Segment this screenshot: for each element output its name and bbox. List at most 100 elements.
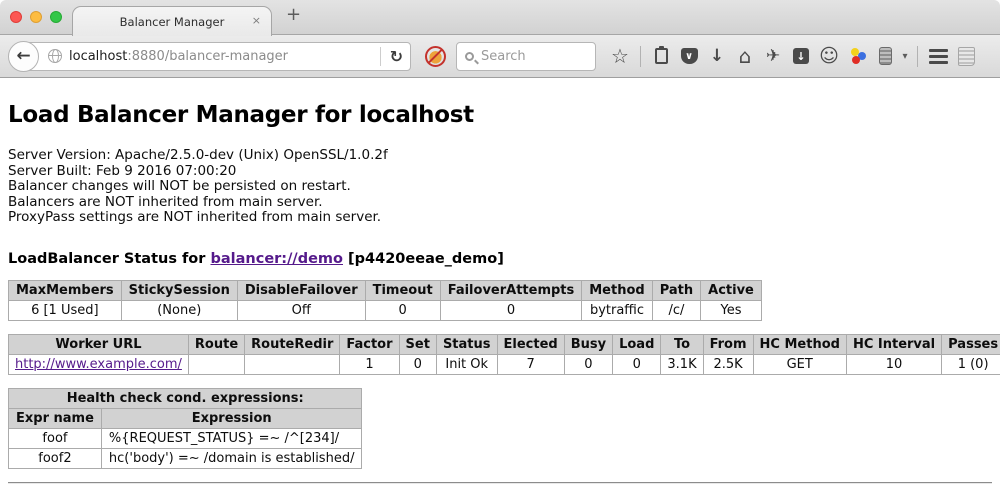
pocket-button[interactable]: ∨ — [675, 42, 703, 70]
loadbalancer-status-heading: LoadBalancer Status for balancer://demo … — [8, 251, 992, 267]
minimize-window-button[interactable] — [30, 11, 42, 23]
battery-icon — [879, 47, 892, 65]
reload-button[interactable]: ↻ — [390, 47, 403, 66]
column-header: Expr name — [9, 408, 102, 428]
home-icon: ⌂ — [739, 44, 752, 68]
factor-cell: 1 — [340, 354, 399, 374]
download-arrow-icon: ↓ — [710, 46, 724, 66]
column-header: Timeout — [365, 280, 440, 300]
column-header: Worker URL — [9, 334, 189, 354]
downloads-button[interactable]: ↓ — [703, 42, 731, 70]
navigation-toolbar: ← localhost:8880/balancer-manager ↻ ☆ ∨ … — [0, 35, 1000, 78]
url-bar[interactable]: localhost:8880/balancer-manager ↻ — [23, 42, 411, 71]
send-tab-button[interactable]: ✈ — [759, 42, 787, 70]
column-header: Expression — [101, 408, 362, 428]
column-header: Load — [613, 334, 661, 354]
column-header: Path — [652, 280, 700, 300]
to-cell: 3.1K — [661, 354, 703, 374]
boxed-arrow-icon: ↓ — [793, 48, 809, 64]
expr-name-cell: foof — [9, 428, 102, 448]
worker-status-table: Worker URL Route RouteRedir Factor Set S… — [8, 334, 1000, 375]
extension-download-button[interactable]: ↓ — [787, 42, 815, 70]
worker-row: http://www.example.com/ 1 0 Init Ok 7 0 … — [9, 354, 1000, 374]
close-window-button[interactable] — [10, 11, 22, 23]
url-text[interactable]: localhost:8880/balancer-manager — [69, 49, 288, 64]
table-header-row: MaxMembers StickySession DisableFailover… — [9, 280, 762, 300]
pocket-icon: ∨ — [681, 48, 698, 64]
new-tab-button[interactable]: + — [286, 4, 301, 25]
column-header: From — [703, 334, 753, 354]
column-header: Set — [399, 334, 436, 354]
home-button[interactable]: ⌂ — [731, 42, 759, 70]
worker-url-link[interactable]: http://www.example.com/ — [15, 357, 182, 372]
expr-row: foof2 hc('body') =~ /domain is establish… — [9, 448, 362, 468]
content-blocked-icon[interactable] — [425, 46, 446, 67]
health-table-title: Health check cond. expressions: — [9, 388, 362, 408]
fullscreen-window-button[interactable] — [50, 11, 62, 23]
feedback-smiley-button[interactable]: ☺ — [815, 42, 843, 70]
column-header: FailoverAttempts — [440, 280, 582, 300]
search-input[interactable] — [481, 49, 587, 64]
page-grid-icon — [958, 47, 975, 66]
status-heading-prefix: LoadBalancer Status for — [8, 251, 210, 267]
url-domain: localhost — [69, 49, 127, 64]
clipboard-button[interactable] — [647, 42, 675, 70]
set-cell: 0 — [399, 354, 436, 374]
tab-balancer-manager[interactable]: Balancer Manager × — [72, 6, 272, 36]
toolbar-separator — [640, 46, 641, 67]
persist-note-line: Balancer changes will NOT be persisted o… — [8, 179, 992, 195]
page-snapshot-button[interactable] — [952, 42, 980, 70]
table-header-row: Expr name Expression — [9, 408, 362, 428]
passes-cell: 1 (0) — [942, 354, 1000, 374]
menu-button[interactable] — [924, 42, 952, 70]
back-button[interactable]: ← — [8, 41, 39, 72]
column-header: Elected — [497, 334, 564, 354]
worker-url-cell: http://www.example.com/ — [9, 354, 189, 374]
timeout-cell: 0 — [365, 300, 440, 320]
status-cell: Init Ok — [436, 354, 497, 374]
page-divider — [8, 482, 992, 484]
path-cell: /c/ — [652, 300, 700, 320]
column-header: Busy — [564, 334, 612, 354]
page-title: Load Balancer Manager for localhost — [8, 102, 992, 128]
column-header: Passes — [942, 334, 1000, 354]
browser-window: Balancer Manager × + ← localhost:8880/ba… — [0, 0, 1000, 491]
proxypass-inherit-line: ProxyPass settings are NOT inherited fro… — [8, 210, 992, 226]
paper-plane-icon: ✈ — [766, 46, 780, 66]
close-tab-icon[interactable]: × — [252, 14, 261, 27]
column-header: HC Method — [753, 334, 846, 354]
failoverattempts-cell: 0 — [440, 300, 582, 320]
table-title-row: Health check cond. expressions: — [9, 388, 362, 408]
overflow-caret-button[interactable]: ▾ — [899, 42, 911, 70]
battery-extension-button[interactable] — [871, 42, 899, 70]
balancer-inherit-line: Balancers are NOT inherited from main se… — [8, 195, 992, 211]
toolbar-icons: ☆ ∨ ↓ ⌂ ✈ ↓ ☺ ▾ — [606, 42, 980, 70]
table-row: 6 [1 Used] (None) Off 0 0 bytraffic /c/ … — [9, 300, 762, 320]
busy-cell: 0 — [564, 354, 612, 374]
colored-dots-icon — [848, 48, 867, 65]
column-header: StickySession — [121, 280, 237, 300]
column-header: RouteRedir — [245, 334, 340, 354]
status-heading-suffix: [p4420eeae_demo] — [343, 251, 504, 267]
elected-cell: 7 — [497, 354, 564, 374]
server-info: Server Version: Apache/2.5.0-dev (Unix) … — [8, 148, 992, 226]
hamburger-icon — [929, 49, 948, 64]
column-header: Route — [188, 334, 244, 354]
urlbar-divider — [380, 47, 381, 66]
expr-row: foof %{REQUEST_STATUS} =~ /^[234]/ — [9, 428, 362, 448]
maxmembers-cell: 6 [1 Used] — [9, 300, 122, 320]
url-path: :8880/balancer-manager — [127, 49, 288, 64]
balancer-demo-link[interactable]: balancer://demo — [210, 251, 343, 267]
window-controls — [10, 11, 62, 23]
globe-icon — [48, 49, 62, 63]
column-header: Status — [436, 334, 497, 354]
colored-dots-extension-button[interactable] — [843, 42, 871, 70]
search-bar[interactable] — [456, 42, 596, 71]
bookmark-star-button[interactable]: ☆ — [606, 42, 634, 70]
from-cell: 2.5K — [703, 354, 753, 374]
star-icon: ☆ — [611, 44, 629, 68]
toolbar-separator — [917, 46, 918, 67]
server-built-line: Server Built: Feb 9 2016 07:00:20 — [8, 164, 992, 180]
health-check-table: Health check cond. expressions: Expr nam… — [8, 388, 362, 469]
column-header: HC Interval — [846, 334, 941, 354]
